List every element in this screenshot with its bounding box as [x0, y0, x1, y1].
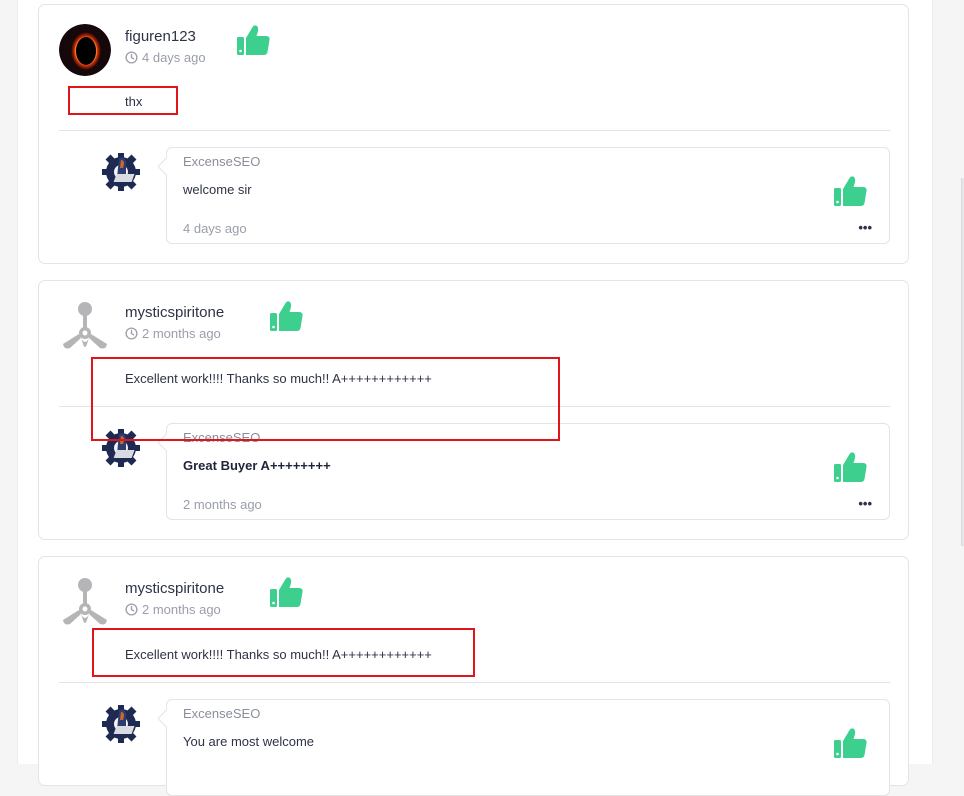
reply-username[interactable]: ExcenseSEO [183, 706, 260, 721]
comment-timestamp: 2 months ago [125, 326, 221, 341]
thumbs-up-icon[interactable] [268, 575, 304, 611]
highlight-box [68, 86, 178, 115]
reply-text: You are most welcome [183, 734, 315, 749]
reply-username[interactable]: ExcenseSEO [183, 154, 260, 169]
reply-box: ExcenseSEO welcome sir 4 days ago ••• [166, 147, 890, 244]
clock-icon [125, 327, 138, 340]
comment-card: figuren123 4 days ago thx ExcenseSEO wel… [38, 4, 909, 264]
more-options-icon[interactable]: ••• [858, 220, 872, 235]
comment-username[interactable]: mysticspiritone [125, 304, 224, 321]
comment-timestamp: 4 days ago [125, 50, 206, 65]
clock-icon [125, 51, 138, 64]
thumbs-up-icon[interactable] [268, 299, 304, 335]
highlight-box [92, 628, 475, 677]
thumbs-up-icon[interactable] [832, 726, 868, 762]
comment-timestamp: 2 months ago [125, 602, 221, 617]
reply-box: ExcenseSEO You are most welcome [166, 699, 890, 796]
avatar[interactable] [59, 24, 111, 76]
time-label: 4 days ago [142, 50, 206, 65]
reply-avatar[interactable] [99, 148, 147, 196]
reply-text: welcome sir [183, 182, 252, 197]
reply-timestamp: 2 months ago [183, 497, 262, 512]
more-options-icon[interactable]: ••• [858, 496, 872, 511]
comment-username[interactable]: mysticspiritone [125, 580, 224, 597]
time-label: 2 months ago [142, 326, 221, 341]
reply-text: Great Buyer A++++++++ [183, 458, 331, 473]
highlight-box [91, 357, 560, 441]
thumbs-up-icon[interactable] [832, 174, 868, 210]
thumbs-up-icon[interactable] [235, 23, 271, 59]
avatar[interactable] [59, 576, 111, 628]
thumbs-up-icon[interactable] [832, 450, 868, 486]
reply-avatar[interactable] [99, 700, 147, 748]
comment-username[interactable]: figuren123 [125, 28, 196, 45]
time-label: 2 months ago [142, 602, 221, 617]
avatar[interactable] [59, 300, 111, 352]
divider [59, 130, 890, 131]
clock-icon [125, 603, 138, 616]
reply-timestamp: 4 days ago [183, 221, 247, 236]
divider [59, 682, 890, 683]
